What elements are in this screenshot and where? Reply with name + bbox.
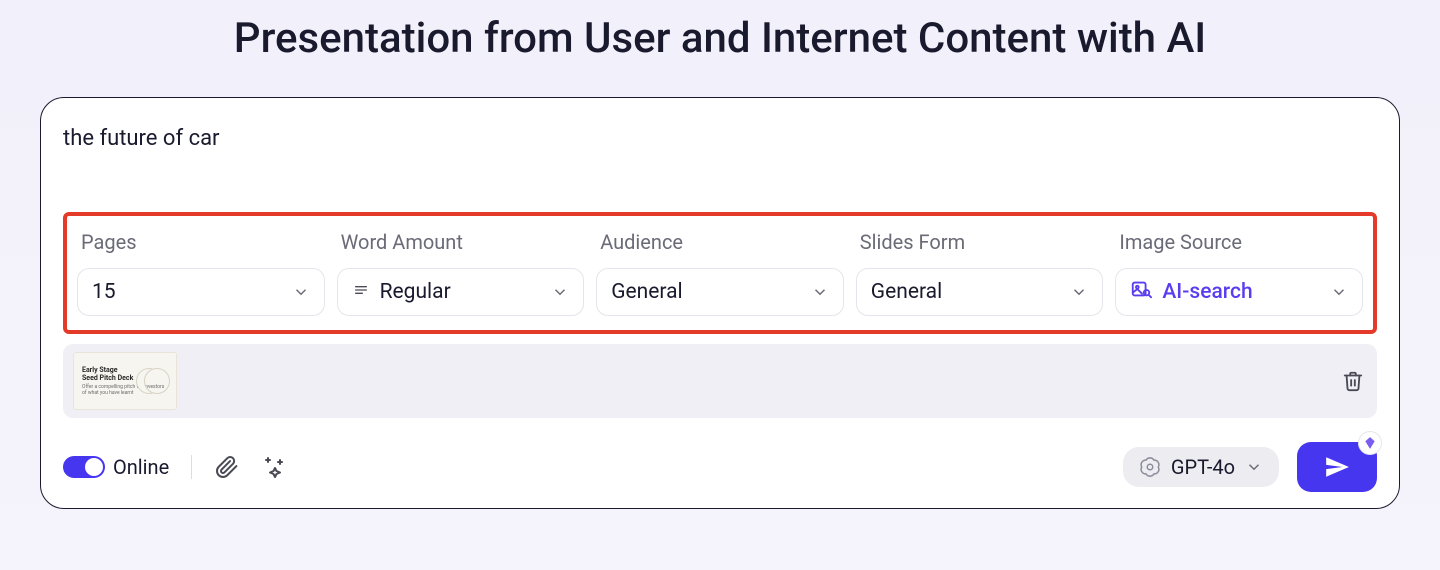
online-toggle-group: Online — [63, 455, 169, 479]
model-label: GPT-4o — [1171, 455, 1235, 479]
online-toggle[interactable] — [63, 456, 105, 478]
setting-pages: Pages 15 — [77, 230, 325, 316]
attachment-thumbnail[interactable]: Early StageSeed Pitch Deck Offer a compe… — [73, 352, 177, 410]
pages-dropdown[interactable]: 15 — [77, 268, 325, 316]
chevron-down-icon — [1330, 283, 1348, 301]
word-amount-dropdown[interactable]: Regular — [337, 268, 585, 316]
setting-audience: Audience General — [596, 230, 844, 316]
online-label: Online — [113, 455, 169, 479]
image-source-dropdown[interactable]: AI-search — [1115, 268, 1363, 316]
prompt-input[interactable]: the future of car — [63, 120, 1377, 208]
attach-button[interactable] — [214, 454, 240, 480]
setting-word-amount: Word Amount Regular — [337, 230, 585, 316]
page-title: Presentation from User and Internet Cont… — [0, 0, 1440, 97]
lines-icon — [352, 280, 370, 304]
delete-attachment-button[interactable] — [1339, 367, 1367, 395]
model-selector[interactable]: GPT-4o — [1123, 447, 1279, 487]
chevron-down-icon — [1070, 283, 1088, 301]
thumb-title-2: Seed Pitch Deck — [82, 374, 133, 382]
send-button[interactable] — [1297, 442, 1377, 492]
image-search-icon — [1130, 278, 1152, 306]
slides-form-dropdown[interactable]: General — [856, 268, 1104, 316]
settings-highlight-box: Pages 15 Word Amount Regular — [63, 212, 1377, 334]
setting-slides-form: Slides Form General — [856, 230, 1104, 316]
attachment-row: Early StageSeed Pitch Deck Offer a compe… — [63, 344, 1377, 418]
chevron-down-icon — [811, 283, 829, 301]
divider — [191, 455, 192, 479]
chevron-down-icon — [1245, 458, 1263, 476]
setting-audience-label: Audience — [596, 230, 844, 254]
setting-image-source: Image Source AI-search — [1115, 230, 1363, 316]
setting-image-source-label: Image Source — [1115, 230, 1363, 254]
pages-value: 15 — [92, 280, 116, 304]
audience-value: General — [611, 280, 682, 304]
audience-dropdown[interactable]: General — [596, 268, 844, 316]
left-tools: Online — [63, 454, 288, 480]
bottom-toolbar: Online GPT-4o — [63, 442, 1377, 492]
right-tools: GPT-4o — [1123, 442, 1377, 492]
diamond-badge-icon — [1359, 432, 1381, 454]
generation-panel: the future of car Pages 15 Word Amount R… — [40, 97, 1400, 509]
setting-word-amount-label: Word Amount — [337, 230, 585, 254]
thumb-title-1: Early Stage — [82, 366, 118, 374]
slides-form-value: General — [871, 280, 942, 304]
image-source-value: AI-search — [1162, 280, 1252, 304]
setting-pages-label: Pages — [77, 230, 325, 254]
chevron-down-icon — [551, 283, 569, 301]
setting-slides-form-label: Slides Form — [856, 230, 1104, 254]
sparkles-button[interactable] — [262, 454, 288, 480]
word-amount-value: Regular — [380, 280, 451, 304]
openai-icon — [1139, 456, 1161, 478]
thumb-subtitle: Offer a compelling pitch for investors o… — [82, 384, 168, 396]
chevron-down-icon — [292, 283, 310, 301]
